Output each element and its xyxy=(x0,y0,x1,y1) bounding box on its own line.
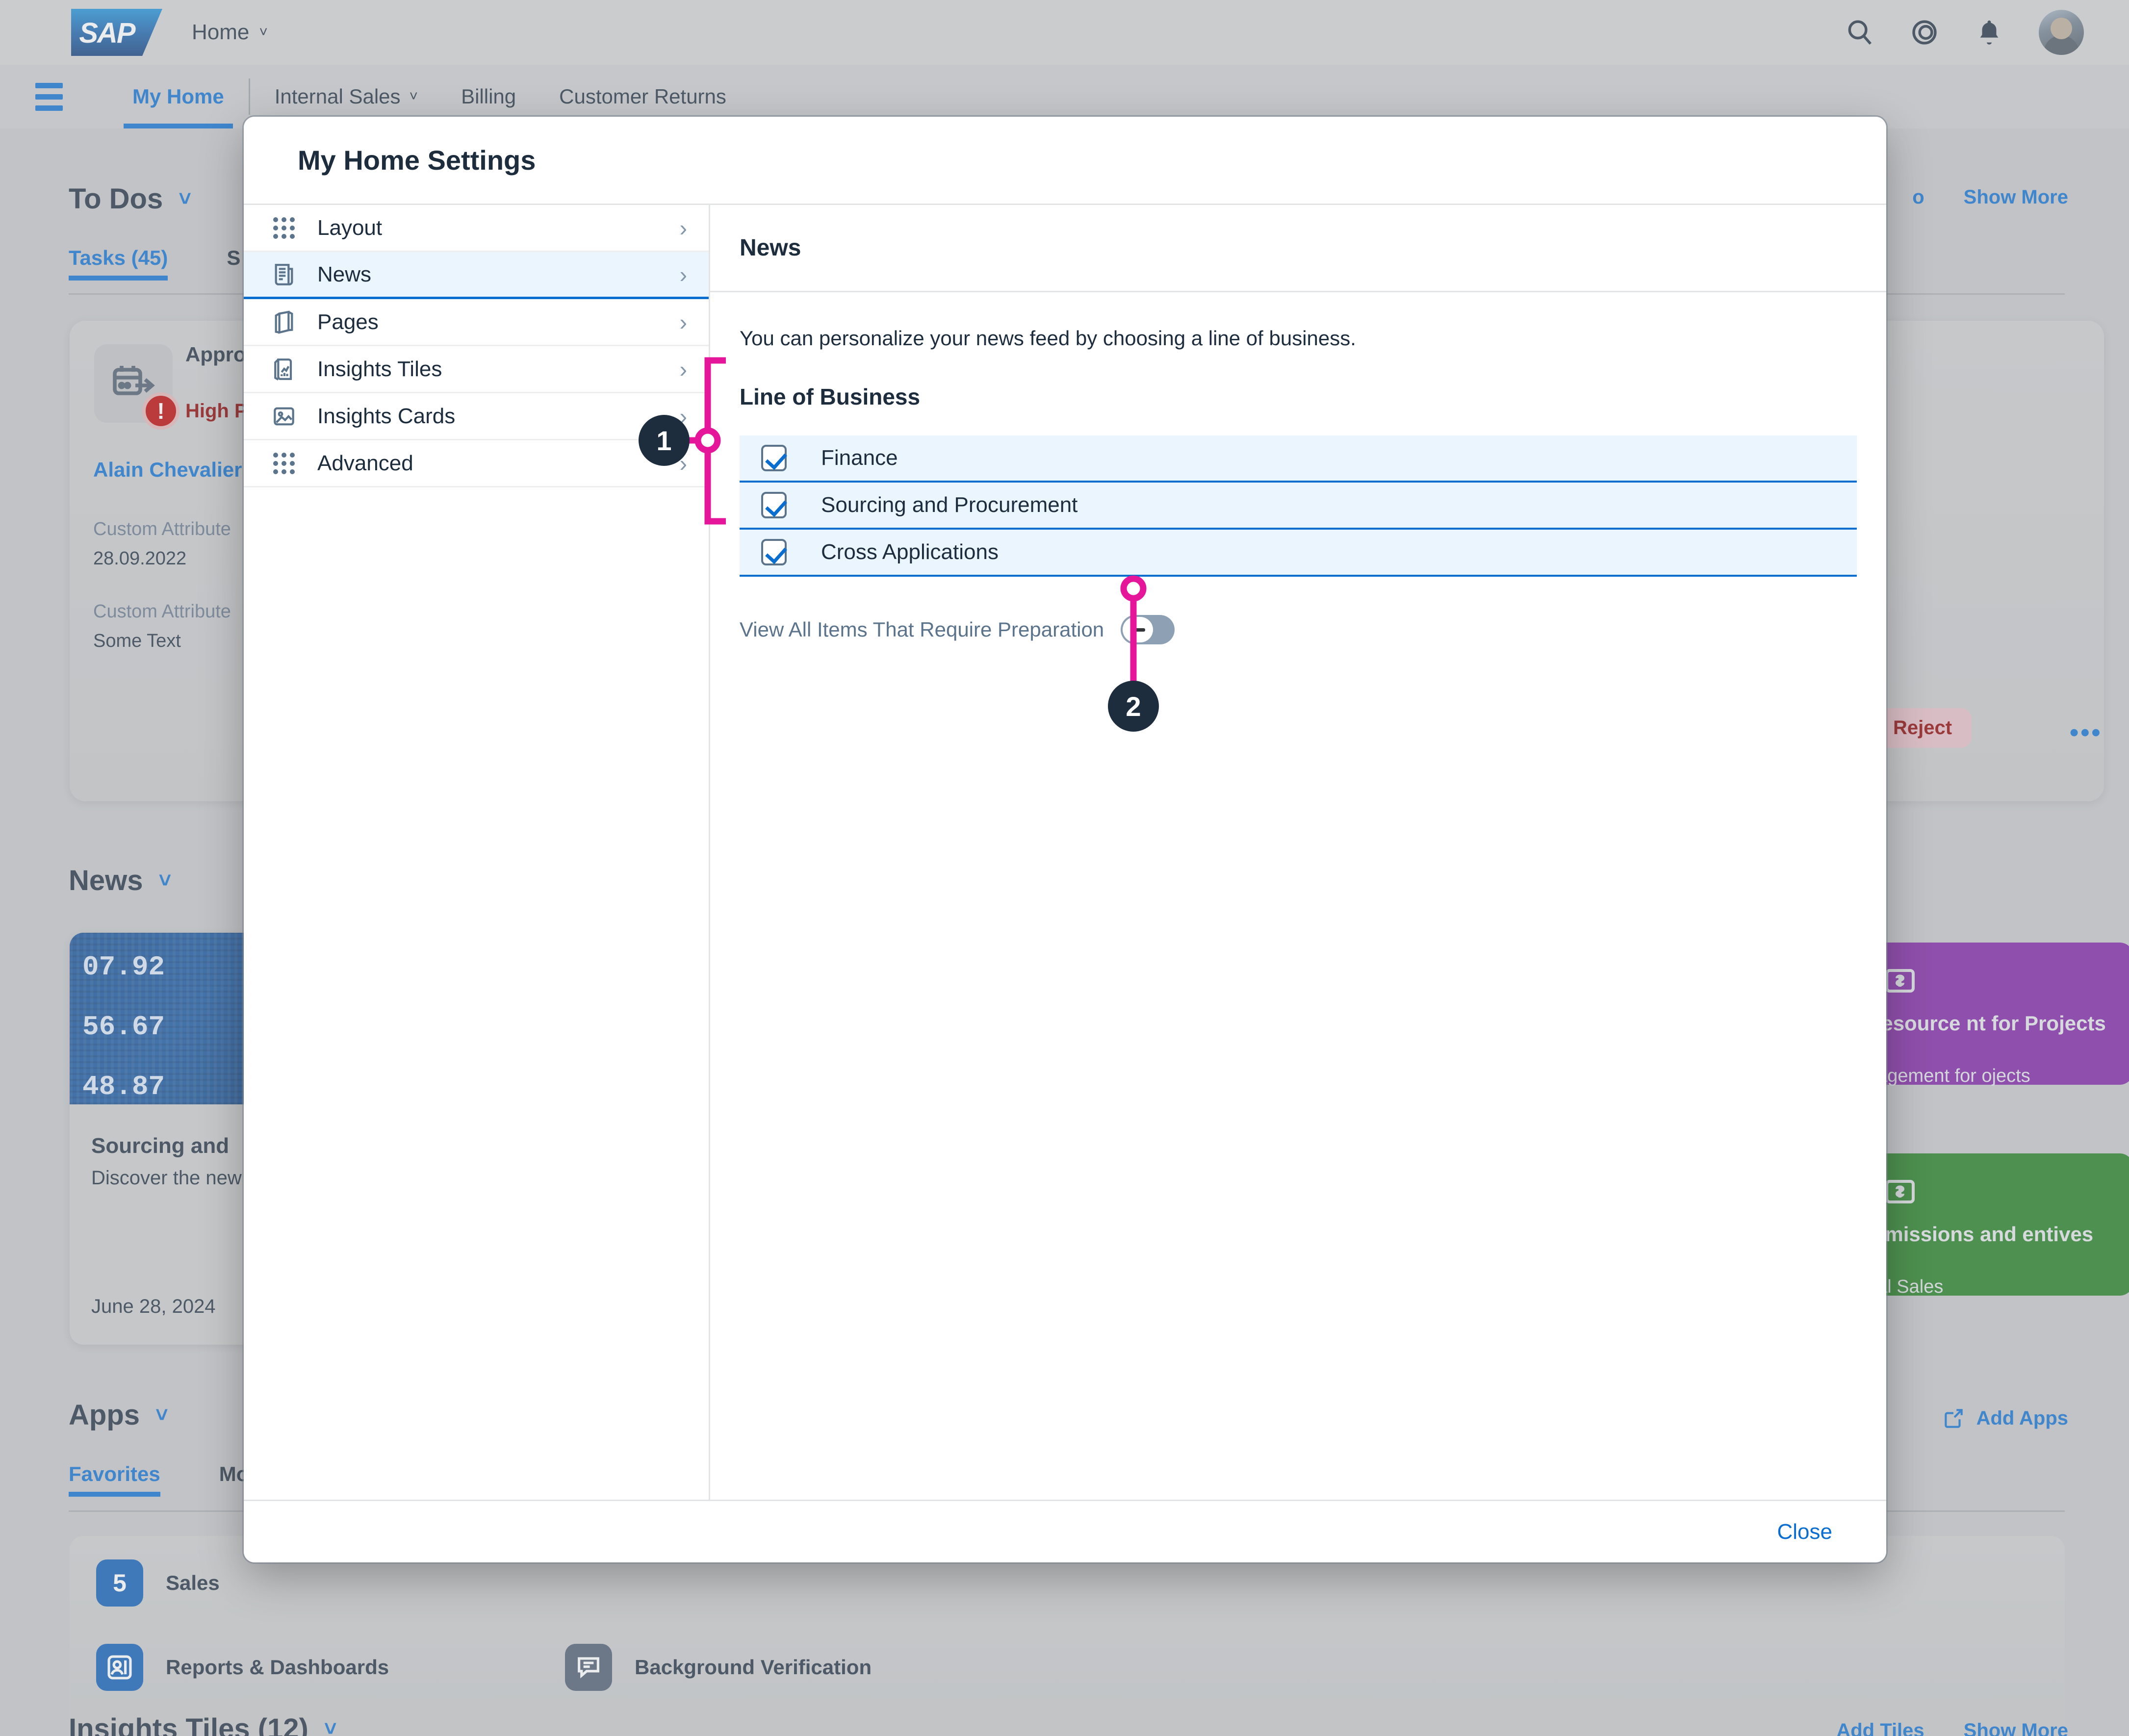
menu-item-news[interactable]: News › xyxy=(244,252,709,299)
dialog-title: My Home Settings xyxy=(298,145,536,176)
image-card-icon xyxy=(270,403,298,430)
chevron-right-icon: › xyxy=(679,450,687,476)
menu-item-insights-tiles[interactable]: Insights Tiles › xyxy=(244,346,709,393)
menu-item-label: Insights Tiles xyxy=(317,357,442,381)
checkbox-label: Finance xyxy=(821,446,898,470)
menu-item-label: News xyxy=(317,262,372,286)
dialog-header: My Home Settings xyxy=(244,117,1886,205)
checkbox-sourcing-and-procurement[interactable] xyxy=(761,492,787,518)
dialog-body: Layout › News › Pages › Insights Tiles ›… xyxy=(244,205,1886,1509)
chevron-right-icon: › xyxy=(679,356,687,382)
require-preparation-toggle[interactable] xyxy=(1121,615,1175,644)
menu-item-pages[interactable]: Pages › xyxy=(244,299,709,346)
menu-item-label: Insights Cards xyxy=(317,404,456,428)
checkbox-label: Cross Applications xyxy=(821,540,999,564)
chevron-right-icon: › xyxy=(679,261,687,287)
menu-item-label: Pages xyxy=(317,309,379,334)
menu-item-layout[interactable]: Layout › xyxy=(244,205,709,252)
list-item[interactable]: Cross Applications xyxy=(740,530,1857,577)
insights-chart-icon xyxy=(270,356,298,383)
menu-item-insights-cards[interactable]: Insights Cards › xyxy=(244,393,709,440)
chevron-right-icon: › xyxy=(679,215,687,241)
list-item[interactable]: Finance xyxy=(740,435,1857,483)
line-of-business-title: Line of Business xyxy=(740,384,921,409)
menu-item-label: Layout xyxy=(317,215,383,240)
close-button[interactable]: Close xyxy=(1777,1520,1833,1544)
news-document-icon xyxy=(270,261,298,288)
toggle-label: View All Items That Require Preparation xyxy=(740,618,1104,641)
screen: SAP Home ˅ My Home Internal Sales ˅ Bill… xyxy=(0,0,2129,1736)
settings-menu-list: Layout › News › Pages › Insights Tiles ›… xyxy=(244,205,710,1509)
checkbox-finance[interactable] xyxy=(761,445,787,471)
menu-item-advanced[interactable]: Advanced › xyxy=(244,440,709,487)
dialog-footer: Close xyxy=(244,1500,1886,1562)
chevron-right-icon: › xyxy=(679,309,687,335)
checkbox-label: Sourcing and Procurement xyxy=(821,493,1078,517)
detail-panel-header: News xyxy=(710,205,1886,292)
panel-description: You can personalize your news feed by ch… xyxy=(740,327,1356,350)
checkbox-cross-applications[interactable] xyxy=(761,539,787,565)
settings-detail-panel: News You can personalize your news feed … xyxy=(710,205,1886,1509)
menu-item-label: Advanced xyxy=(317,451,413,475)
grid-dots-icon xyxy=(270,214,298,242)
line-of-business-checkbox-list: Finance Sourcing and Procurement Cross A… xyxy=(740,435,1857,577)
toggle-knob xyxy=(1123,617,1154,642)
list-item[interactable]: Sourcing and Procurement xyxy=(740,483,1857,530)
grid-dots-icon xyxy=(270,450,298,477)
detail-panel-title: News xyxy=(740,235,801,261)
chevron-right-icon: › xyxy=(679,403,687,429)
my-home-settings-dialog: My Home Settings Layout › News › Pages ›… xyxy=(244,117,1886,1562)
pages-icon xyxy=(270,308,298,336)
require-preparation-row: View All Items That Require Preparation xyxy=(740,615,1857,644)
detail-panel-content: You can personalize your news feed by ch… xyxy=(710,292,1886,644)
